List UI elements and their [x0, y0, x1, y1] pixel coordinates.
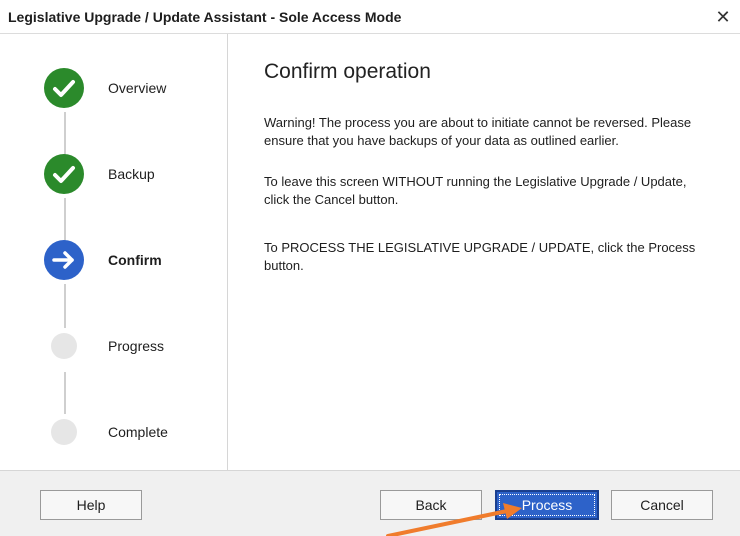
page-title: Confirm operation	[264, 60, 431, 83]
steps-sidebar: Overview Backup Confirm Progress Complet…	[8, 34, 228, 470]
cancel-button[interactable]: Cancel	[611, 490, 713, 520]
step-backup: Backup	[44, 154, 234, 198]
step-label: Complete	[108, 424, 168, 440]
warning-text: Warning! The process you are about to in…	[264, 115, 692, 148]
step-connector	[64, 284, 66, 328]
step-label: Confirm	[108, 252, 162, 268]
close-icon[interactable]: ✕	[710, 4, 736, 30]
step-connector	[64, 372, 66, 414]
checkmark-icon	[44, 154, 84, 194]
step-label: Progress	[108, 338, 165, 354]
process-instruction-text: To PROCESS THE LEGISLATIVE UPGRADE / UPD…	[264, 240, 696, 273]
step-label: Overview	[108, 80, 167, 96]
step-connector	[64, 112, 66, 156]
checkmark-icon	[44, 68, 84, 108]
pending-circle-icon	[51, 419, 77, 445]
window-title: Legislative Upgrade / Update Assistant -…	[8, 9, 402, 25]
button-bar: Help Back Process Cancel	[0, 470, 740, 536]
process-button[interactable]: Process	[495, 490, 599, 520]
step-progress: Progress	[44, 326, 234, 370]
pending-circle-icon	[51, 333, 77, 359]
arrow-right-icon	[44, 240, 84, 280]
step-connector	[64, 198, 66, 242]
title-bar: Legislative Upgrade / Update Assistant -…	[0, 0, 740, 34]
cancel-instruction-text: To leave this screen WITHOUT running the…	[264, 174, 687, 207]
step-label: Backup	[108, 166, 155, 182]
back-button[interactable]: Back	[380, 490, 482, 520]
step-overview: Overview	[44, 68, 234, 112]
help-button[interactable]: Help	[40, 490, 142, 520]
step-complete: Complete	[44, 412, 234, 456]
step-confirm: Confirm	[44, 240, 234, 284]
